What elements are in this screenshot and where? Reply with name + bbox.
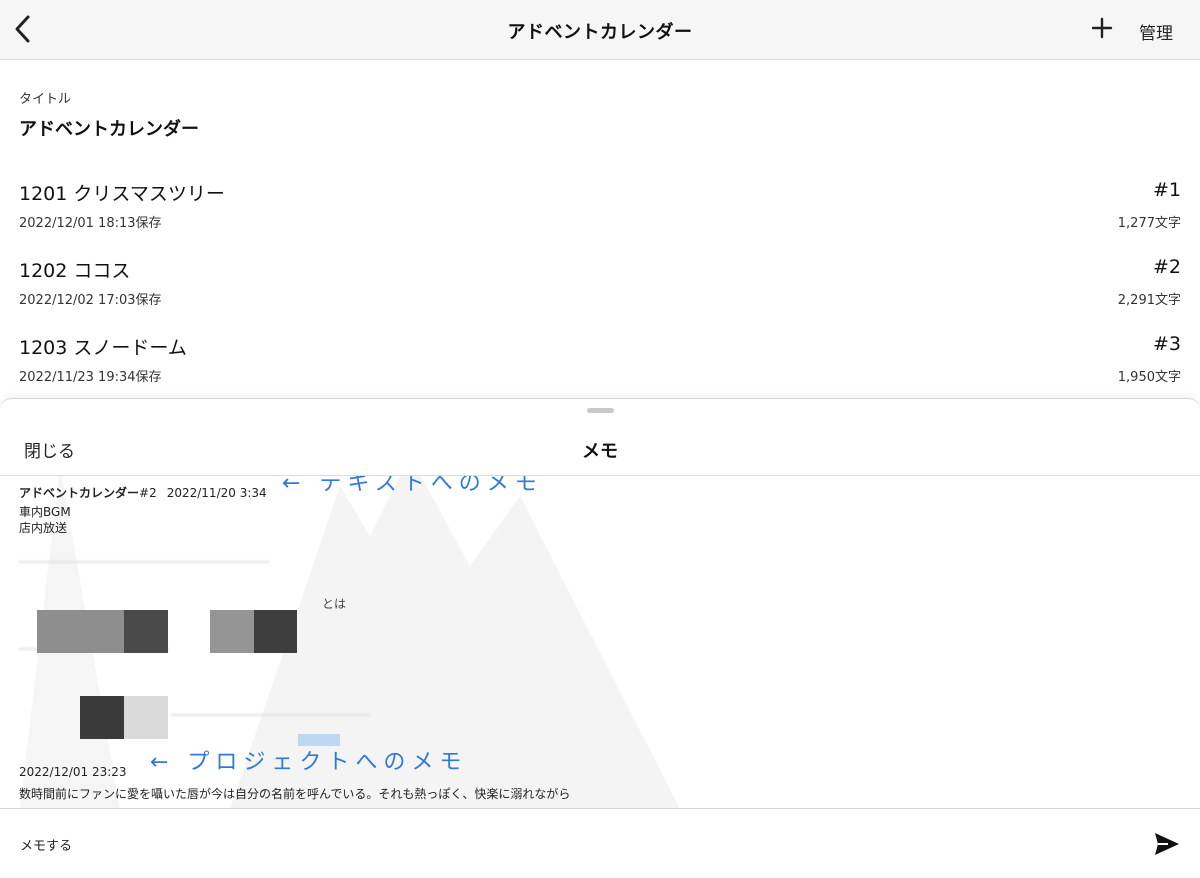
plus-icon[interactable] <box>1090 16 1114 40</box>
memo-timestamp: 2022/11/20 3:34 <box>166 486 267 500</box>
episode-row[interactable]: 1203 スノードーム #3 2022/11/23 19:34保存 1,950文… <box>0 333 1200 403</box>
pixelated-block <box>124 610 168 653</box>
memo-text: 数時間前にファンに愛を囁いた唇が今は自分の名前を呼んでいる。それも熱っぽく、快楽… <box>19 787 571 801</box>
memo-input-bar <box>0 808 1200 878</box>
sheet-grabber[interactable] <box>587 408 614 413</box>
sheet-title: メモ <box>582 441 618 462</box>
page-title: アドベントカレンダー <box>507 22 693 43</box>
memo-line: 車内BGM <box>19 505 71 519</box>
pixelated-block <box>37 610 124 653</box>
pixelated-block <box>210 610 254 653</box>
episode-row[interactable]: 1201 クリスマスツリー #1 2022/12/01 18:13保存 1,27… <box>0 179 1200 249</box>
episode-char-count: 1,277文字 <box>1117 216 1181 231</box>
pixelated-block <box>80 696 124 739</box>
navigation-bar: アドベントカレンダー 管理 <box>0 0 1200 60</box>
episode-number: #2 <box>1152 256 1181 278</box>
manage-button[interactable]: 管理 <box>1139 19 1173 44</box>
memo-list[interactable]: アドベントカレンダー#2 2022/11/20 3:34 車内BGM 店内放送 と… <box>0 476 1200 809</box>
episode-name: 1202 ココス <box>19 260 131 282</box>
episode-saved-date: 2022/11/23 19:34保存 <box>19 370 162 385</box>
memo-header: アドベントカレンダー#2 2022/11/20 3:34 <box>19 484 267 501</box>
episode-number: #3 <box>1152 333 1181 355</box>
memo-input[interactable] <box>18 834 1122 858</box>
episode-saved-date: 2022/12/02 17:03保存 <box>19 293 162 308</box>
episode-char-count: 2,291文字 <box>1117 293 1181 308</box>
pixelated-block <box>254 610 297 653</box>
episode-number: #1 <box>1152 179 1181 201</box>
episode-saved-date: 2022/12/01 18:13保存 <box>19 216 162 231</box>
memo-sheet: 閉じる メモ アドベントカレンダー#2 2022/11/20 3:34 車内BGM… <box>0 398 1200 878</box>
memo-source: アドベントカレンダー <box>19 486 140 500</box>
blurred-text <box>170 714 370 716</box>
paper-plane-icon[interactable] <box>1153 830 1181 858</box>
memo-line: 店内放送 <box>19 521 68 535</box>
memo-timestamp: 2022/12/01 23:23 <box>19 765 127 779</box>
episode-name: 1201 クリスマスツリー <box>19 183 225 205</box>
episode-row[interactable]: 1202 ココス #2 2022/12/02 17:03保存 2,291文字 <box>0 256 1200 326</box>
episode-name: 1203 スノードーム <box>19 337 187 359</box>
episode-char-count: 1,950文字 <box>1117 370 1181 385</box>
memo-fragment: とは <box>322 597 347 611</box>
annotation-text-memo: ← テキストへのメモ <box>282 476 543 496</box>
memo-episode: #2 <box>139 486 157 500</box>
annotation-project-memo: ← プロジェクトへのメモ <box>150 750 468 775</box>
pixelated-block <box>124 696 168 739</box>
blurred-text <box>19 561 269 563</box>
work-title: アドベントカレンダー <box>19 119 199 140</box>
title-label: タイトル <box>19 92 72 107</box>
